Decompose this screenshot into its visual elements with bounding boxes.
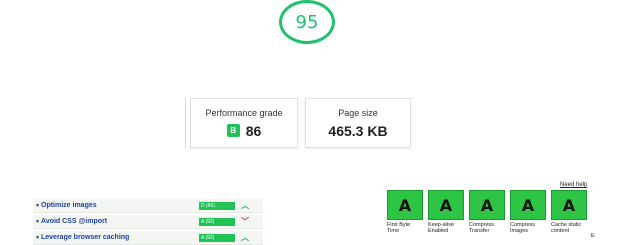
grade-label: Cache static content (551, 222, 582, 234)
rule-score-bar: D (66) (199, 201, 235, 210)
grade-compress-transfer: A Compress Transfer (469, 190, 505, 234)
page-size-card: Page size 465.3 KB (305, 98, 411, 148)
grade-compress-images: A Compress Images (510, 190, 546, 234)
need-help-link[interactable]: Need help (560, 182, 587, 188)
rule-row-leverage-browser-caching[interactable]: ▼ Leverage browser caching A (92) ︿ (33, 231, 263, 245)
performance-grade-card: Performance grade B 86 (190, 98, 298, 148)
grade-label: Keep-alive Enabled (428, 222, 454, 234)
expand-caret-icon[interactable]: ▼ (33, 235, 41, 241)
rule-score-bar: A (92) (199, 233, 235, 242)
chevron-up-icon: ︿ (241, 201, 249, 210)
grade-label: Compress Images (510, 222, 536, 234)
grade-first-byte-time: A First Byte Time (387, 190, 423, 234)
performance-grade-value: 86 (245, 122, 262, 139)
overall-score-value: 95 (295, 11, 319, 33)
expand-caret-icon[interactable]: ▼ (33, 219, 41, 225)
performance-grade-badge: B (226, 124, 240, 137)
grade-letter: A (551, 190, 587, 220)
grade-letter: A (387, 190, 423, 220)
rule-row-avoid-css-import[interactable]: ▼ Avoid CSS @import A (92) ﹀ (33, 215, 263, 229)
grade-cache-static-content: A Cache static content (551, 190, 587, 234)
rule-name[interactable]: Optimize images (41, 202, 199, 209)
rule-row-optimize-images[interactable]: ▼ Optimize images D (66) ︿ (33, 199, 263, 213)
overall-score-ring: 95 (279, 0, 335, 44)
grade-keep-alive: A Keep-alive Enabled (428, 190, 464, 234)
divider (185, 98, 186, 148)
rules-list: ▼ Optimize images D (66) ︿ ▼ Avoid CSS @… (33, 199, 263, 245)
grade-label: First Byte Time (387, 222, 411, 234)
page-size-label: Page size (338, 107, 378, 118)
page-size-value: 465.3 KB (328, 122, 388, 139)
grade-letter: A (510, 190, 546, 220)
rule-name[interactable]: Avoid CSS @import (41, 218, 199, 225)
rule-score-bar: A (92) (199, 217, 235, 226)
chevron-up-icon: ︿ (241, 233, 249, 242)
performance-grade-label: Performance grade (205, 107, 283, 118)
expand-caret-icon[interactable]: ▼ (33, 203, 41, 209)
grades-panel: A First Byte Time A Keep-alive Enabled A… (387, 190, 587, 234)
grade-label: Compress Transfer (469, 222, 495, 234)
grade-label-partial: E (591, 233, 595, 239)
chevron-down-icon: ﹀ (241, 217, 249, 226)
grade-letter: A (428, 190, 464, 220)
grade-letter: A (469, 190, 505, 220)
rule-name[interactable]: Leverage browser caching (41, 234, 199, 241)
